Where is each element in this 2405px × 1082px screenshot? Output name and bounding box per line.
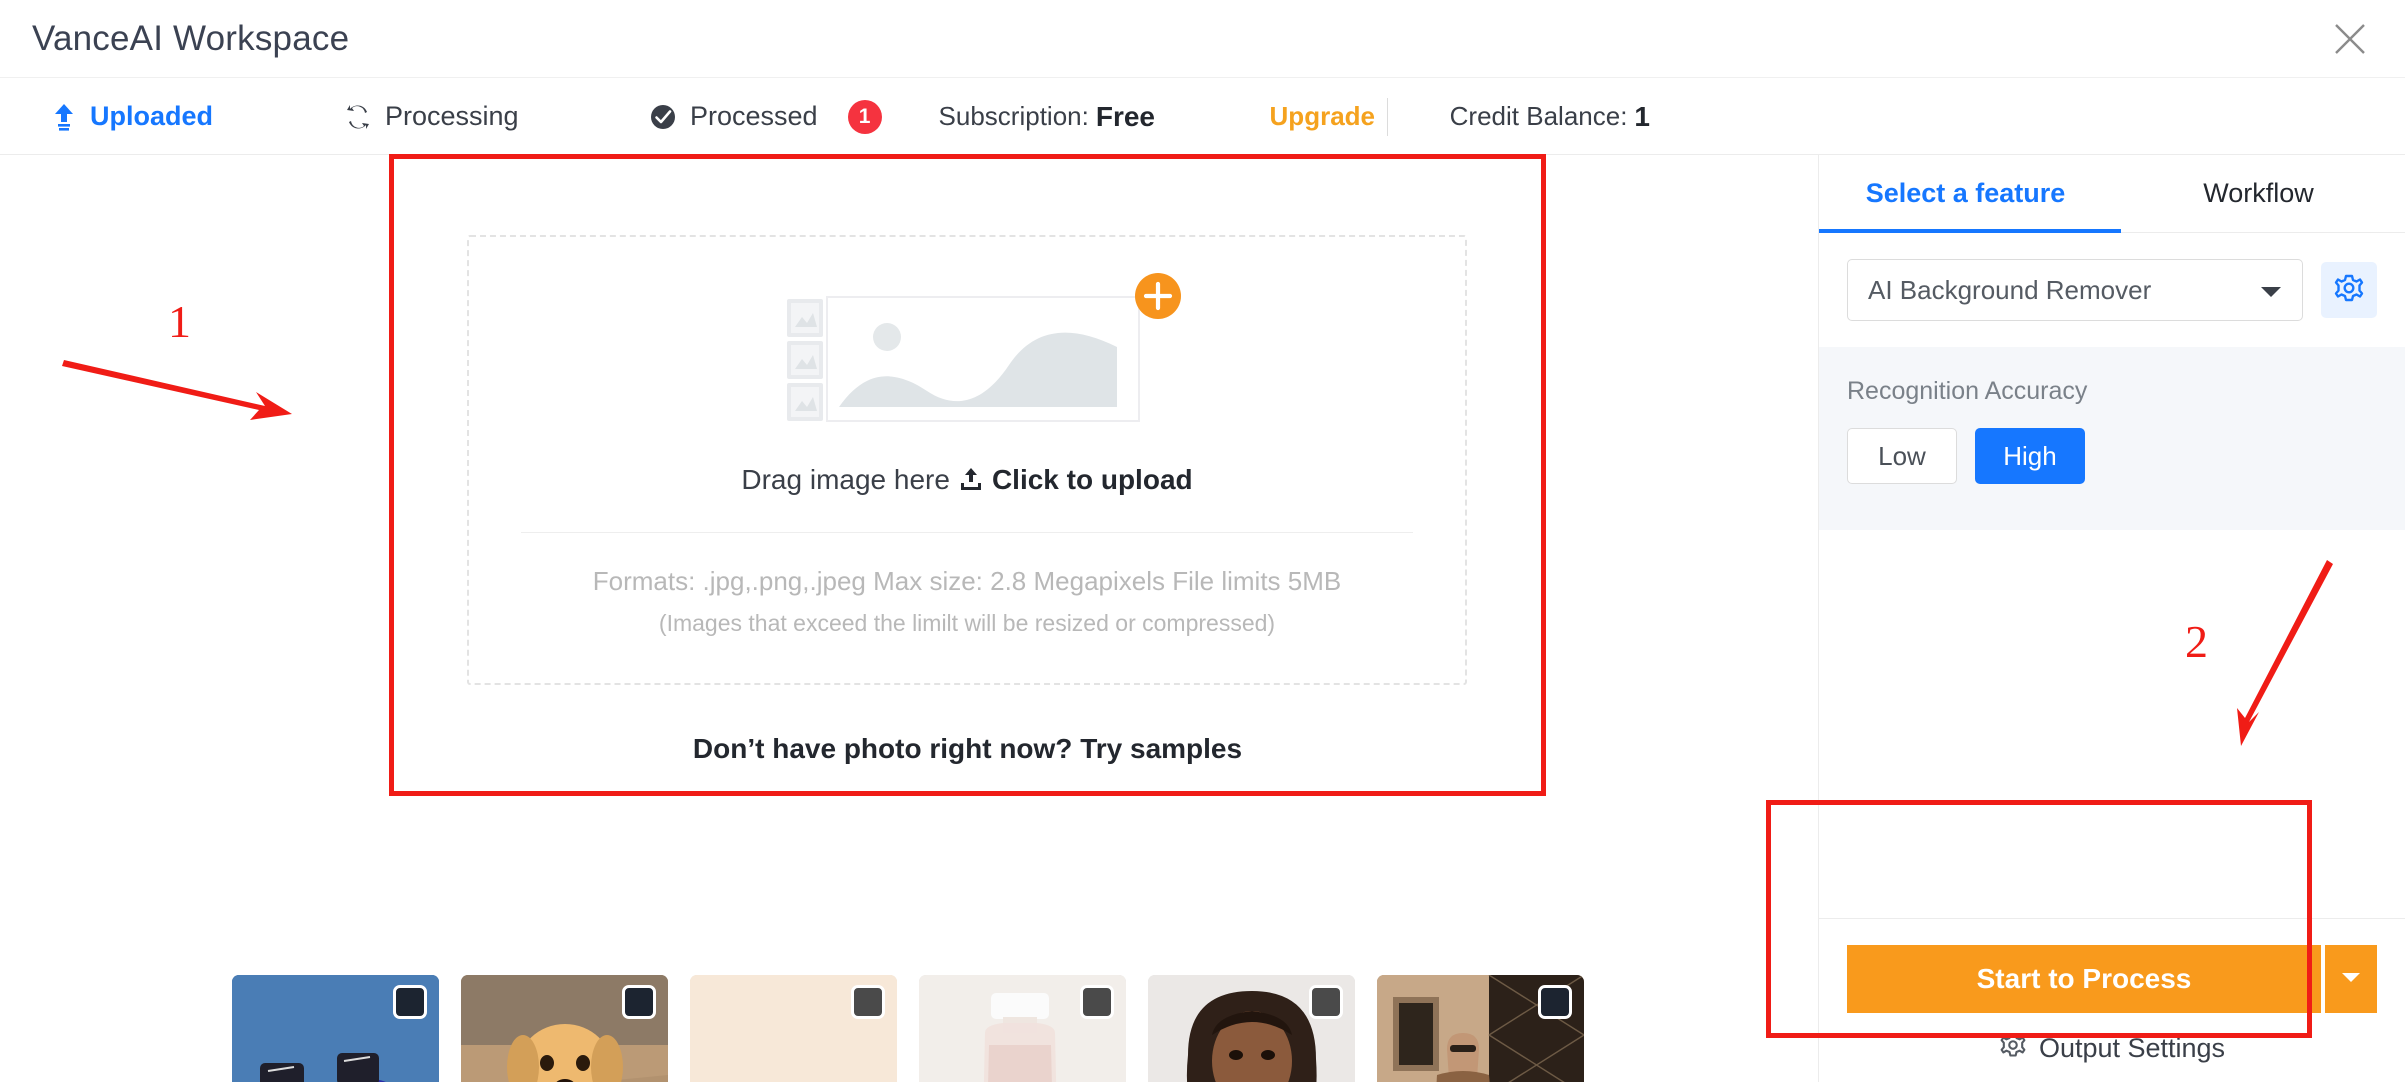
chevron-down-icon (2260, 275, 2282, 306)
tab-bar: Uploaded Processing Processed 1 Subscrip… (0, 78, 2405, 233)
divider (521, 532, 1413, 533)
main-content: Drag image here Click to upload Formats:… (0, 155, 1818, 1082)
annotation-number-2: 2 (2185, 616, 2208, 667)
upload-format-info: Formats: .jpg,.png,.jpeg Max size: 2.8 M… (469, 563, 1465, 640)
right-panel-tabs: Select a feature Workflow (1819, 155, 2405, 233)
upload-tray-icon (958, 467, 984, 493)
feature-select-value: AI Background Remover (1868, 274, 2152, 305)
subscription-label: Subscription: (938, 101, 1089, 131)
formats-subtext: (Images that exceed the limilt will be r… (658, 609, 1276, 636)
refresh-icon (345, 104, 371, 130)
right-panel-footer: Start to Process Output Settings (1819, 918, 2405, 1082)
credit-balance-label: Credit Balance: (1449, 101, 1628, 131)
start-to-process-label: Start to Process (1976, 963, 2192, 994)
sample-thumb-white-car[interactable] (690, 975, 897, 1082)
thumb-checkbox[interactable] (1080, 985, 1114, 1019)
credit-balance: Credit Balance: 1 (1450, 78, 1650, 155)
title-bar: VanceAI Workspace (0, 0, 2405, 78)
check-circle-icon (650, 104, 676, 130)
thumb-checkbox[interactable] (622, 985, 656, 1019)
recognition-accuracy-label: Recognition Accuracy (1847, 377, 2088, 405)
output-settings-button[interactable]: Output Settings (1847, 1031, 2377, 1066)
close-button[interactable] (2315, 0, 2385, 78)
tab-processed-label: Processed (690, 101, 818, 131)
recognition-accuracy-options: Low High (1847, 428, 2377, 484)
tab-uploaded-label: Uploaded (90, 101, 214, 131)
accuracy-option-high-label: High (2003, 440, 2057, 471)
thumb-checkbox[interactable] (1309, 985, 1343, 1019)
processed-count-badge: 1 (847, 99, 882, 134)
plus-badge-icon[interactable] (1135, 273, 1181, 324)
feature-settings-block: Recognition Accuracy Low High (1819, 347, 2405, 530)
sample-thumb-white-sneakers[interactable] (232, 975, 439, 1082)
sample-thumbnails (232, 975, 1612, 1082)
dropzone-instructions[interactable]: Drag image here Click to upload (469, 464, 1465, 496)
subscription-info: Subscription: Free (939, 78, 1155, 155)
tab-select-a-feature-label: Select a feature (1865, 178, 2066, 208)
tab-processed[interactable]: Processed 1 (650, 78, 882, 155)
try-samples-link[interactable]: Don’t have photo right now? Try samples (390, 733, 1545, 765)
click-to-upload-label: Click to upload (991, 464, 1193, 495)
start-to-process-button[interactable]: Start to Process (1847, 945, 2321, 1013)
sample-thumb-man-street-style[interactable] (1377, 975, 1584, 1082)
thumb-checkbox[interactable] (1538, 985, 1572, 1019)
image-placeholder-icon (787, 289, 1147, 429)
accuracy-option-high[interactable]: High (1975, 428, 2085, 484)
tab-workflow[interactable]: Workflow (2112, 155, 2405, 232)
tab-uploaded[interactable]: Uploaded (52, 78, 213, 155)
upload-arrow-icon (52, 103, 76, 131)
tab-workflow-label: Workflow (2203, 178, 2314, 208)
tab-processing[interactable]: Processing (345, 78, 519, 155)
annotation-number-1: 1 (168, 296, 191, 347)
sample-thumb-smiling-woman[interactable] (1148, 975, 1355, 1082)
feature-settings-button[interactable] (2321, 262, 2377, 318)
upload-panel: Drag image here Click to upload Formats:… (390, 155, 1545, 795)
process-action-row: Start to Process (1847, 945, 2377, 1013)
workspace-window: VanceAI Workspace Uploaded Processing Pr… (0, 0, 2405, 1082)
output-settings-label: Output Settings (2038, 1033, 2226, 1063)
formats-text: Formats: .jpg,.png,.jpeg Max size: 2.8 M… (592, 566, 1342, 596)
accuracy-option-low[interactable]: Low (1847, 428, 1957, 484)
credit-balance-value: 1 (1634, 100, 1650, 132)
right-panel: Select a feature Workflow AI Background … (1818, 155, 2405, 1082)
right-panel-active-tab-indicator (1819, 229, 2121, 233)
chevron-down-icon (2341, 970, 2361, 988)
dropzone[interactable]: Drag image here Click to upload Formats:… (467, 235, 1467, 685)
feature-selector-row: AI Background Remover (1819, 233, 2405, 347)
page-title: VanceAI Workspace (32, 19, 350, 58)
close-icon (2333, 22, 2367, 56)
gear-icon (1999, 1031, 2027, 1066)
sample-thumb-rose-clay-bottle[interactable] (919, 975, 1126, 1082)
gear-icon (2333, 272, 2365, 309)
sample-thumb-golden-retriever-puppy[interactable] (461, 975, 668, 1082)
feature-select[interactable]: AI Background Remover (1847, 259, 2303, 321)
thumb-checkbox[interactable] (393, 985, 427, 1019)
subscription-value: Free (1095, 100, 1155, 132)
start-options-button[interactable] (2325, 945, 2377, 1013)
divider (1387, 97, 1388, 136)
account-divider (1355, 78, 1420, 155)
drag-image-label: Drag image here (741, 464, 950, 495)
accuracy-option-low-label: Low (1878, 440, 1926, 471)
tab-select-a-feature[interactable]: Select a feature (1819, 155, 2112, 232)
tab-processing-label: Processing (385, 101, 519, 131)
thumb-checkbox[interactable] (851, 985, 885, 1019)
